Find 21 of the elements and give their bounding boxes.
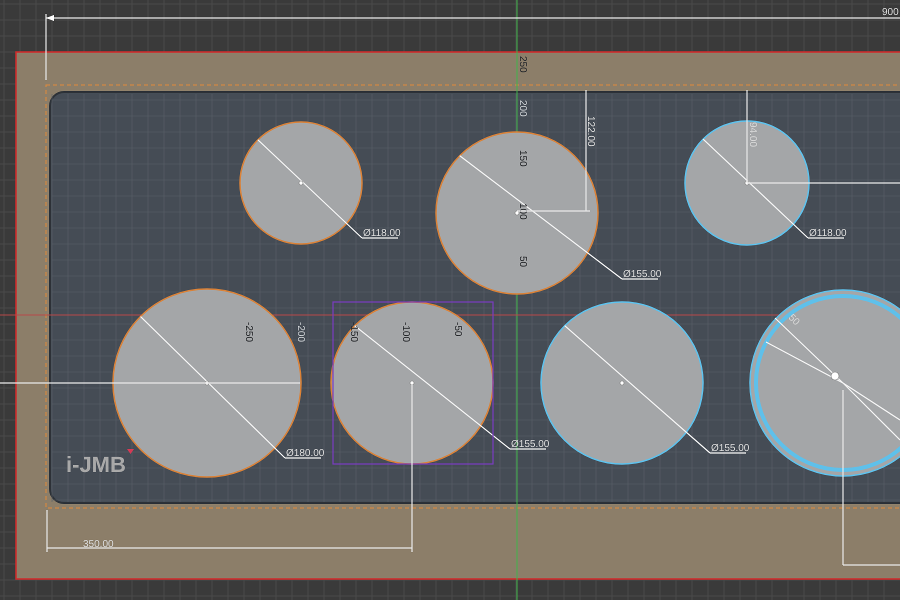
diameter-label: Ø118.00 <box>363 228 401 239</box>
diameter-label: Ø118.00 <box>809 228 847 239</box>
dimension-value: 900 <box>882 7 899 18</box>
axis-label: 50 <box>517 256 528 268</box>
dimension-value: 350.00 <box>83 539 114 550</box>
triangle-icon <box>127 449 134 454</box>
axis-label: 200 <box>517 100 528 117</box>
axis-label: 100 <box>517 203 528 220</box>
diameter-label: Ø155.00 <box>623 269 662 280</box>
ruler-label: -100 <box>400 322 411 342</box>
ruler-label: -200 <box>295 322 306 342</box>
dimension-value: 122.00 <box>585 116 596 147</box>
axis-label: 250 <box>517 56 528 73</box>
ruler-label: -250 <box>243 322 254 342</box>
diameter-label: Ø180.00 <box>286 448 324 459</box>
axis-label: 150 <box>517 150 528 167</box>
dimension-value: 50 <box>786 312 802 328</box>
ruler-label: -150 <box>348 322 359 342</box>
ruler-label: -50 <box>452 322 463 336</box>
brand-logo: i-JMB <box>66 452 126 477</box>
diameter-label: Ø155.00 <box>711 443 750 454</box>
